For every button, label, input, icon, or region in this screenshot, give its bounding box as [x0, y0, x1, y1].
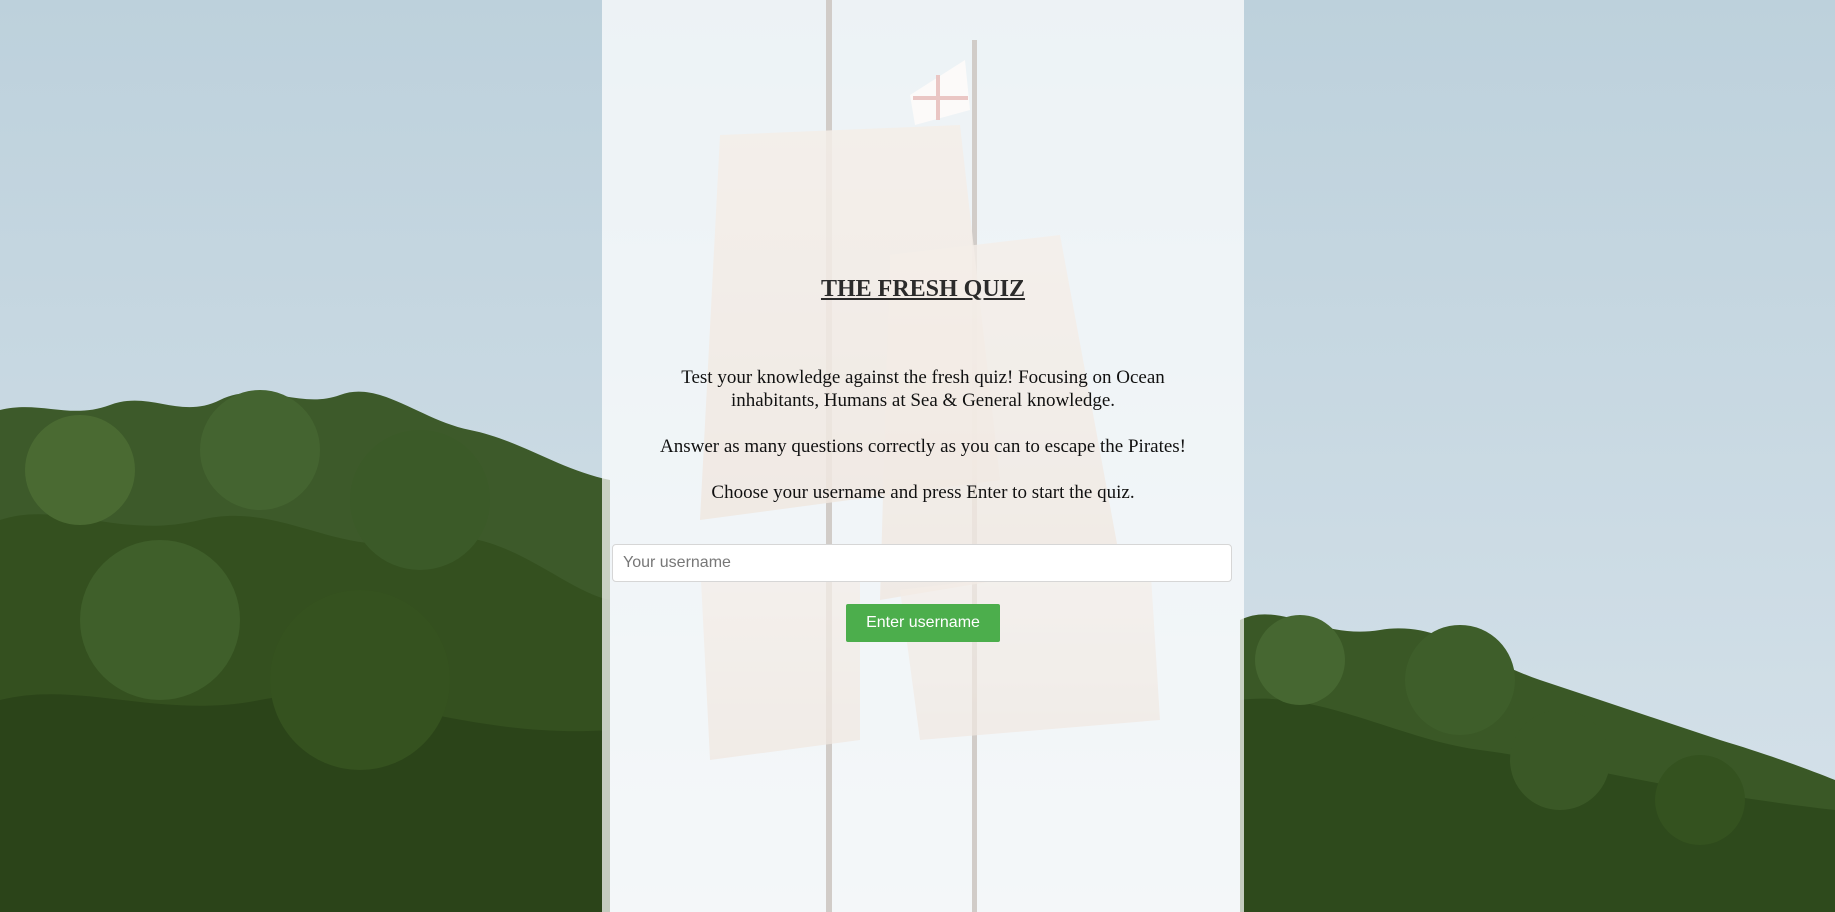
- intro-paragraph-1: Test your knowledge against the fresh qu…: [602, 366, 1244, 412]
- intro-line-1b: inhabitants, Humans at Sea & General kno…: [730, 390, 1116, 411]
- intro-line-1a: Test your knowledge against the fresh qu…: [681, 367, 1165, 388]
- quiz-panel: THE FRESH QUIZ Test your knowledge again…: [602, 0, 1244, 912]
- quiz-panel-content: THE FRESH QUIZ Test your knowledge again…: [602, 0, 1244, 912]
- enter-username-button[interactable]: Enter username: [846, 604, 1000, 642]
- intro-paragraph-3: Choose your username and press Enter to …: [711, 482, 1135, 503]
- page-title: THE FRESH QUIZ: [820, 276, 1026, 302]
- intro-paragraph-2: Answer as many questions correctly as yo…: [659, 436, 1187, 457]
- username-input[interactable]: [612, 544, 1232, 582]
